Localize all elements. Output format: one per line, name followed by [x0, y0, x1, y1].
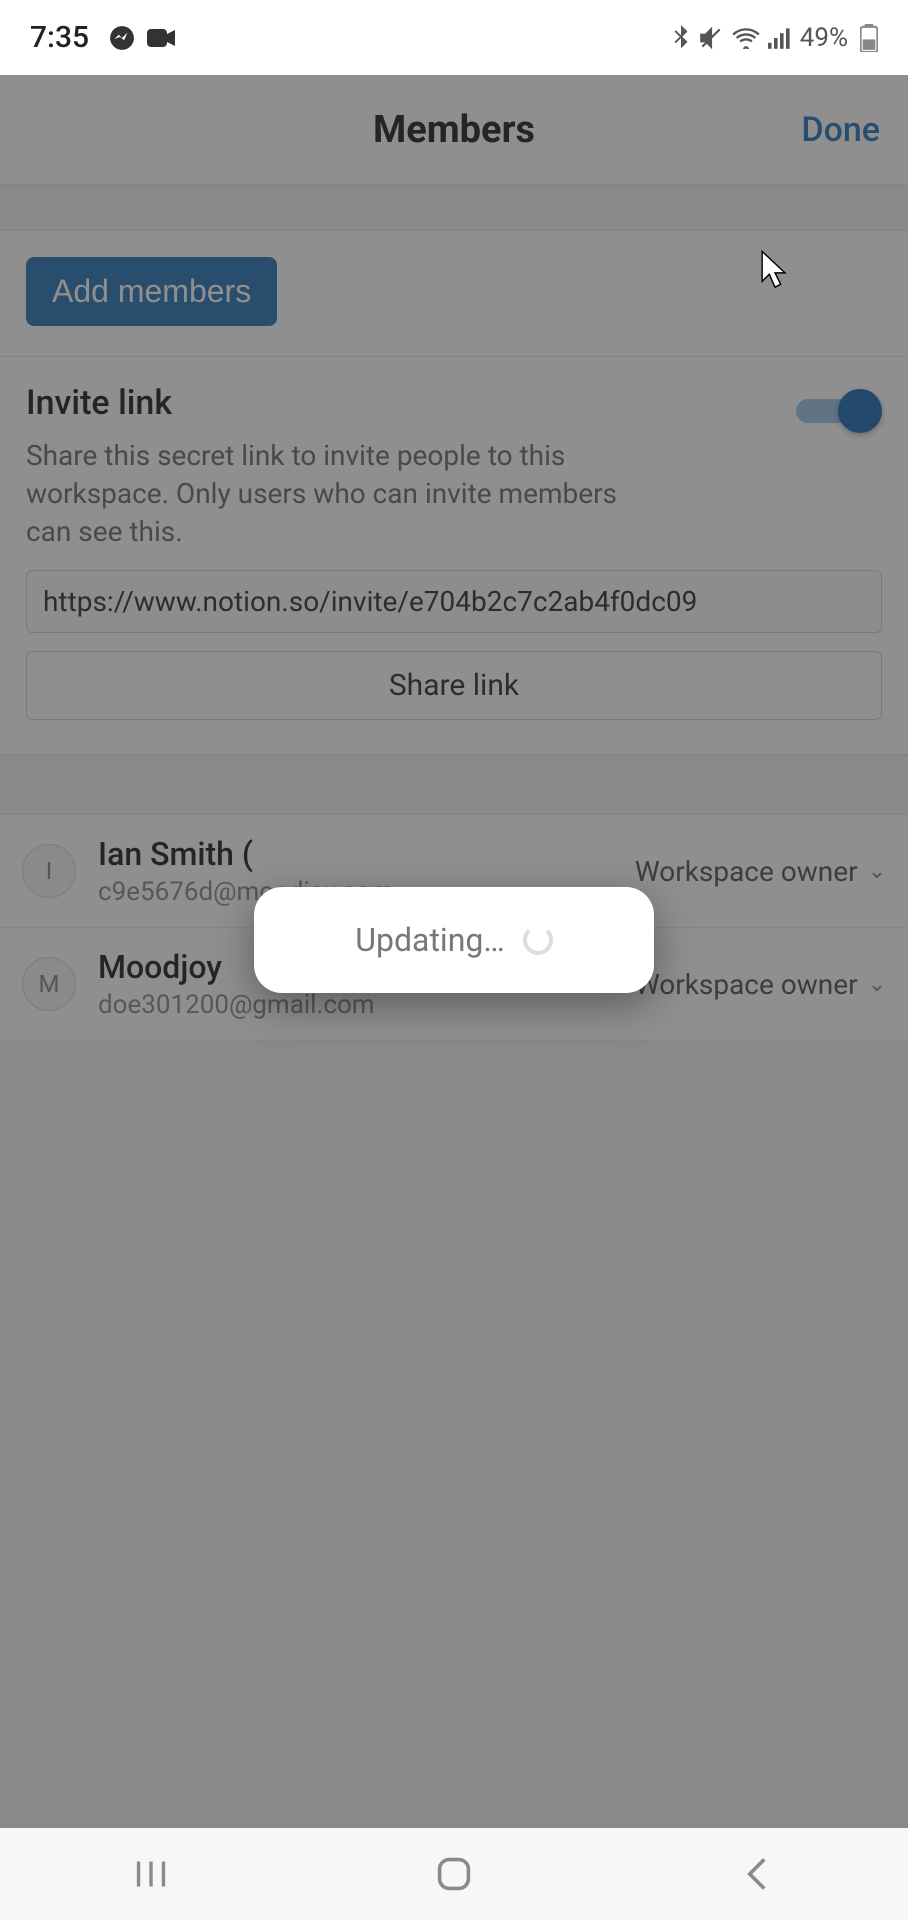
page-title: Members: [373, 108, 535, 152]
home-button[interactable]: [394, 1844, 514, 1904]
app-header: Members Done: [0, 75, 908, 185]
member-role-select[interactable]: Workspace owner ⌄: [635, 855, 886, 888]
invite-link-title: Invite link: [26, 383, 646, 423]
android-nav-bar: [0, 1828, 908, 1920]
member-email: doe301200@gmail.com: [98, 990, 623, 1020]
add-members-button[interactable]: Add members: [26, 257, 277, 326]
chevron-down-icon: ⌄: [868, 972, 886, 997]
status-time: 7:35: [30, 20, 89, 55]
video-icon: [147, 27, 177, 49]
spinner-icon: [523, 925, 553, 955]
avatar: M: [22, 957, 76, 1011]
section-gap: [0, 755, 908, 815]
bluetooth-icon: [672, 25, 690, 51]
status-bar: 7:35 49%: [0, 0, 908, 75]
member-role-label: Workspace owner: [635, 968, 858, 1001]
member-role-select[interactable]: Workspace owner ⌄: [635, 968, 886, 1001]
updating-modal: Updating…: [254, 887, 654, 993]
add-members-section: Add members: [0, 231, 908, 357]
share-link-button[interactable]: Share link: [26, 651, 882, 720]
spacer: [0, 185, 908, 231]
avatar: I: [22, 844, 76, 898]
invite-link-description: Share this secret link to invite people …: [26, 437, 646, 550]
invite-link-section: Invite link Share this secret link to in…: [0, 357, 908, 755]
invite-link-toggle[interactable]: [796, 389, 882, 433]
invite-link-url[interactable]: https://www.notion.so/invite/e704b2c7c2a…: [26, 570, 882, 633]
battery-percent: 49%: [800, 23, 848, 53]
member-role-label: Workspace owner: [635, 855, 858, 888]
battery-icon: [860, 24, 878, 52]
chevron-down-icon: ⌄: [868, 859, 886, 884]
updating-text: Updating…: [355, 921, 504, 959]
mute-vibrate-icon: [698, 25, 724, 51]
recents-button[interactable]: [91, 1844, 211, 1904]
member-name: Ian Smith (: [98, 835, 623, 873]
wifi-icon: [732, 27, 760, 49]
back-button[interactable]: [697, 1844, 817, 1904]
messenger-icon: [109, 25, 135, 51]
done-button[interactable]: Done: [801, 110, 880, 150]
empty-area: [0, 1041, 908, 1828]
signal-icon: [768, 27, 792, 49]
